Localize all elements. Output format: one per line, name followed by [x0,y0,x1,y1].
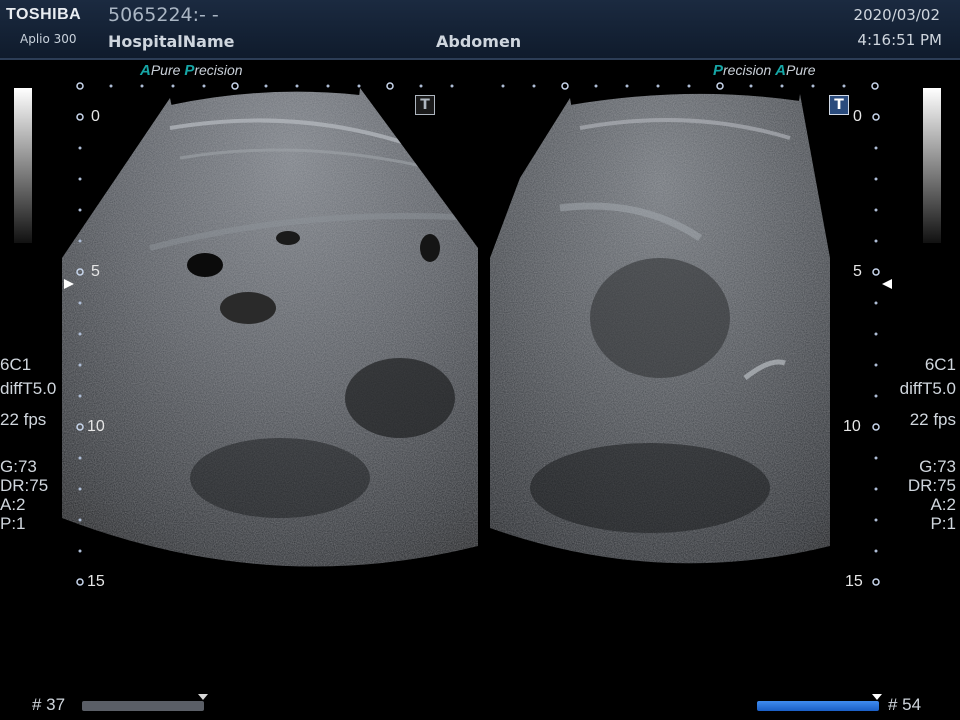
right-depth-label-5: 5 [853,263,862,280]
right-transducer: 6C1 [924,355,956,374]
patient-id: 5065224:- - [108,4,219,26]
right-dynamic-range: DR:75 [907,476,956,495]
exam-date: 2020/03/02 [853,6,940,24]
left-depth-label-15: 15 [87,573,105,590]
right-depth-label-0: 0 [853,108,862,125]
right-mode: diffT5.0 [899,379,956,398]
left-ultrasound-sector [62,84,478,567]
right-grayscale-bar [923,88,941,243]
right-cine-bar[interactable] [757,701,879,711]
right-panel-t-button[interactable]: T [829,95,849,115]
left-depth-label-10: 10 [87,418,105,435]
exam-time: 4:16:51 PM [857,31,942,49]
left-panel-t-button[interactable]: T [415,95,435,115]
right-gain-info: G:73 DR:75 A:2 P:1 [908,457,956,533]
left-depth-label-5: 5 [91,263,100,280]
left-a-setting: A:2 [0,495,26,514]
left-depth-label-0: 0 [91,108,100,125]
right-p-setting: P:1 [930,514,956,533]
left-p-setting: P:1 [0,514,26,533]
left-frame-rate: 22 fps [0,410,47,429]
right-depth-label-10: 10 [843,418,861,435]
right-probe-info: 6C1 diffT5.0 22 fps [900,355,956,430]
left-pure-precision-tag: APure Precision [140,62,243,79]
right-depth-scale [872,113,880,586]
exam-preset: Abdomen [436,32,522,51]
right-a-setting: A:2 [930,495,956,514]
left-cine-bar[interactable] [82,701,204,711]
right-precision-pure-tag: Precision APure [713,62,816,79]
scanner-model: Aplio 300 [20,32,77,46]
right-depth-label-15: 15 [845,573,863,590]
left-frame-number: # 37 [32,695,66,714]
left-gain-info: G:73 DR:75 A:2 P:1 [0,457,48,533]
right-cine-pointer-icon[interactable] [872,694,884,702]
right-frame-number: # 54 [888,695,922,714]
left-dynamic-range: DR:75 [0,476,49,495]
right-frame-rate: 22 fps [909,410,956,429]
ultrasound-image-area [14,77,941,586]
left-mode: diffT5.0 [0,379,57,398]
right-gain: G:73 [919,457,956,476]
brand-logo: TOSHIBA [6,6,82,23]
left-cine-pointer-icon[interactable] [198,694,210,702]
right-ultrasound-sector [490,86,830,564]
left-grayscale-bar [14,88,32,243]
left-transducer: 6C1 [0,355,32,374]
right-focus-marker-icon[interactable] [882,279,892,289]
left-probe-info: 6C1 diffT5.0 22 fps [0,355,56,430]
hospital-name: HospitalName [108,32,235,51]
left-gain: G:73 [0,457,37,476]
